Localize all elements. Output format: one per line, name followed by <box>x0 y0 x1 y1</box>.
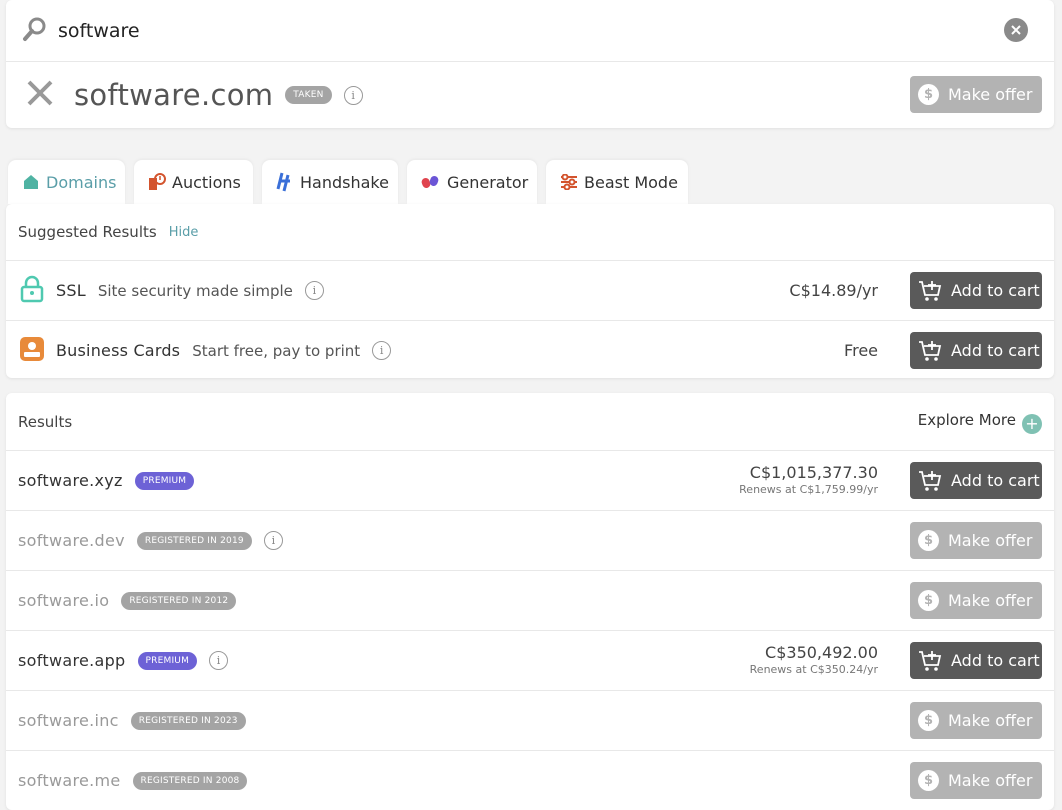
cart-icon <box>919 340 942 361</box>
result-row: software.dev REGISTERED IN 2019 i $ Make… <box>6 511 1054 570</box>
result-row: software.app PREMIUM i C$350,492.00 Rene… <box>6 631 1054 690</box>
dollar-icon: $ <box>918 710 939 731</box>
dollar-icon: $ <box>918 590 939 611</box>
handshake-icon <box>276 172 294 192</box>
search-bar <box>6 0 1054 61</box>
search-input[interactable] <box>58 19 938 42</box>
info-icon[interactable]: i <box>209 651 229 670</box>
result-price: C$350,492.00 Renews at C$350.24/yr <box>749 643 878 676</box>
make-offer-button[interactable]: $ Make offer <box>910 762 1042 799</box>
lock-icon <box>20 275 44 307</box>
tab-auctions[interactable]: Auctions <box>134 160 253 204</box>
house-icon <box>22 173 40 191</box>
results-title: Results <box>18 412 73 431</box>
cart-icon <box>919 470 942 491</box>
search-card: software.com TAKEN i $ Make offer <box>6 0 1054 128</box>
info-icon[interactable]: i <box>372 341 392 360</box>
price: C$14.89/yr <box>789 281 878 300</box>
checked-domain-name: software.com <box>74 78 274 112</box>
results-card: Results Explore More + software.xyz PREM… <box>6 393 1054 810</box>
result-price: C$1,015,377.30 Renews at C$1,759.99/yr <box>739 463 878 496</box>
cart-icon <box>919 650 942 671</box>
tab-beast-mode[interactable]: Beast Mode <box>546 160 688 204</box>
add-to-cart-button[interactable]: Add to cart <box>910 272 1042 309</box>
search-icon <box>22 16 48 46</box>
checked-domain-row: software.com TAKEN i $ Make offer <box>6 62 1054 128</box>
suggested-header: Suggested Results Hide <box>6 204 1054 260</box>
results-header: Results Explore More + <box>6 393 1054 450</box>
result-row: software.me REGISTERED IN 2008 $ Make of… <box>6 751 1054 810</box>
registered-badge: REGISTERED IN 2023 <box>130 711 246 730</box>
cart-icon <box>919 280 942 301</box>
plus-icon[interactable]: + <box>1022 414 1042 434</box>
hide-link[interactable]: Hide <box>169 225 199 240</box>
result-domain[interactable]: software.me <box>18 771 121 790</box>
tab-domains[interactable]: Domains <box>8 160 125 204</box>
premium-badge: PREMIUM <box>134 471 195 490</box>
make-offer-button[interactable]: $ Make offer <box>910 76 1042 113</box>
close-icon <box>1011 25 1021 35</box>
result-domain[interactable]: software.io <box>18 591 109 610</box>
business-card-icon <box>20 336 44 365</box>
add-to-cart-button[interactable]: Add to cart <box>910 462 1042 499</box>
add-to-cart-button[interactable]: Add to cart <box>910 642 1042 679</box>
registered-badge: REGISTERED IN 2008 <box>132 771 248 790</box>
sliders-icon <box>560 174 578 190</box>
info-icon[interactable]: i <box>304 281 324 300</box>
make-offer-button[interactable]: $ Make offer <box>910 582 1042 619</box>
result-row: software.xyz PREMIUM C$1,015,377.30 Rene… <box>6 451 1054 510</box>
suggested-results-card: Suggested Results Hide SSL Site security… <box>6 204 1054 378</box>
tab-generator[interactable]: Generator <box>407 160 537 204</box>
dollar-icon: $ <box>918 770 939 791</box>
unavailable-x-icon <box>26 79 54 111</box>
premium-badge: PREMIUM <box>137 651 198 670</box>
price: Free <box>844 341 878 360</box>
result-domain[interactable]: software.xyz <box>18 471 123 490</box>
tab-handshake[interactable]: Handshake <box>262 160 398 204</box>
make-offer-button[interactable]: $ Make offer <box>910 702 1042 739</box>
suggested-title: Suggested Results <box>18 223 157 241</box>
result-domain[interactable]: software.inc <box>18 711 119 730</box>
clear-search-button[interactable] <box>1004 18 1028 42</box>
taken-badge: TAKEN <box>285 86 332 104</box>
dollar-icon: $ <box>918 84 939 105</box>
result-domain[interactable]: software.dev <box>18 531 125 550</box>
auction-icon <box>148 172 166 192</box>
suggested-item-ssl: SSL Site security made simple i C$14.89/… <box>6 261 1054 320</box>
explore-more-link[interactable]: Explore More <box>918 411 1016 429</box>
registered-badge: REGISTERED IN 2012 <box>121 591 237 610</box>
add-to-cart-button[interactable]: Add to cart <box>910 332 1042 369</box>
info-icon[interactable]: i <box>263 531 283 550</box>
result-row: software.inc REGISTERED IN 2023 $ Make o… <box>6 691 1054 750</box>
result-row: software.io REGISTERED IN 2012 $ Make of… <box>6 571 1054 630</box>
make-offer-button[interactable]: $ Make offer <box>910 522 1042 559</box>
info-icon[interactable]: i <box>343 85 363 105</box>
registered-badge: REGISTERED IN 2019 <box>136 531 252 550</box>
generator-icon <box>421 173 441 191</box>
suggested-item-business-cards: Business Cards Start free, pay to print … <box>6 321 1054 380</box>
dollar-icon: $ <box>918 530 939 551</box>
result-domain[interactable]: software.app <box>18 651 126 670</box>
